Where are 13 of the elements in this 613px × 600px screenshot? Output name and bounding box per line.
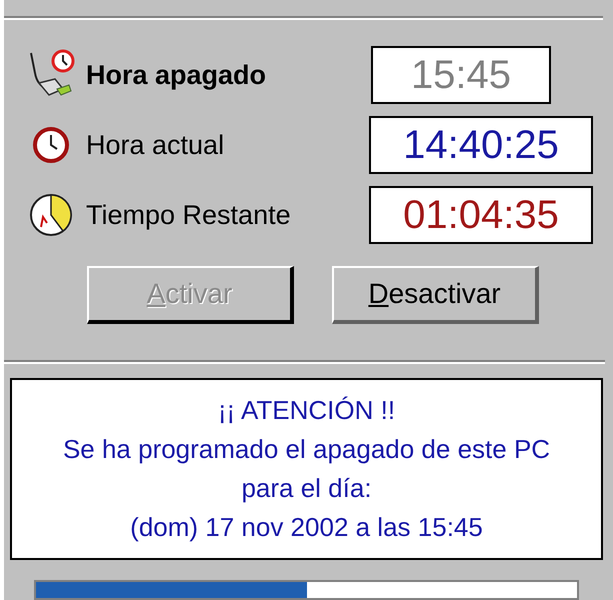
field-label: Hora actual [86, 128, 226, 162]
time-display: 01:04:35 [369, 186, 593, 244]
timer-icon [27, 191, 75, 239]
message-line: (dom) 17 nov 2002 a las 15:45 [130, 511, 483, 544]
time-display: 15:45 [371, 46, 551, 104]
field-label: Tiempo Restante [86, 198, 292, 232]
message-line: para el día: [241, 472, 372, 505]
message-line: ¡¡ ATENCIÓN !! [218, 394, 396, 427]
time-display: 14:40:25 [369, 116, 593, 174]
action-button[interactable]: Desactivar [332, 266, 539, 324]
message-line: Se ha programado el apagado de este PC [62, 433, 550, 466]
field-label: Hora apagado [86, 58, 268, 92]
clock-icon [31, 125, 71, 165]
